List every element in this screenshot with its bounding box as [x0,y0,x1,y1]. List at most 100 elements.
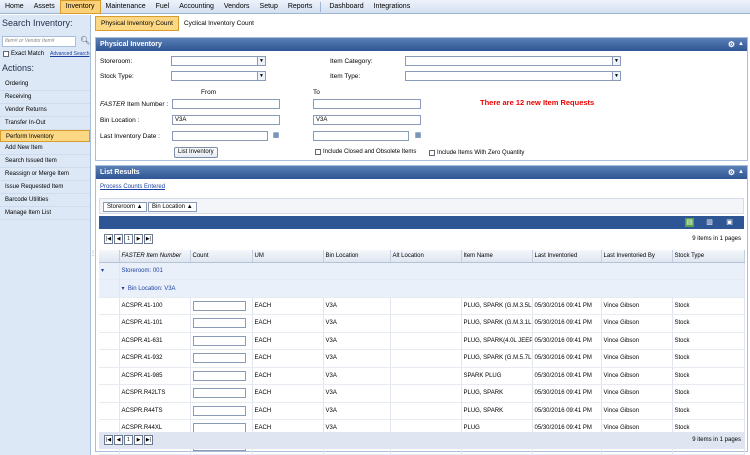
column-header[interactable]: Alt Location [390,250,462,263]
table-row[interactable]: ACSPR.R42LTS EACH V3A PLUG, SPARK 05/30/2016… [99,384,745,403]
item-number-to-input[interactable] [313,99,421,109]
menu-item-accounting[interactable]: Accounting [174,0,219,14]
cell-bin: V3A [323,314,391,333]
action-issue-requested-item[interactable]: Issue Requested Item [0,181,90,195]
menu-item-maintenance[interactable]: Maintenance [101,0,151,14]
first-page-button[interactable]: |◀ [104,234,113,244]
count-input[interactable] [192,335,246,346]
action-manage-item-list[interactable]: Manage Item List [0,207,90,220]
last-inventory-date-from-input[interactable] [172,131,268,141]
item-number-from-input[interactable] [172,99,280,109]
table-row[interactable]: ACSPR.41-932 EACH V3A PLUG, SPARK (G.M.5.7L… [99,349,745,368]
advanced-search-link[interactable]: Advanced Search [50,51,89,57]
search-input[interactable]: Item# or Vendor Item# [2,36,76,47]
menu-item-vendors[interactable]: Vendors [219,0,255,14]
group-chip-storeroom[interactable]: Storeroom ▲ [103,202,147,212]
bin-location-from-input[interactable]: V3A [172,115,280,125]
table-row[interactable]: ACSPR.41-985 EACH V3A SPARK PLUG 05/30/2016 … [99,367,745,385]
column-header[interactable]: UM [252,250,324,263]
page-number[interactable]: 1 [124,435,133,445]
group-chip-bin-location[interactable]: Bin Location ▲ [148,202,197,212]
collapse-group-icon[interactable]: ▾ [99,262,120,280]
exact-match-checkbox[interactable]: Exact Match [3,51,44,57]
collapse-icon[interactable]: ▲ [738,166,744,179]
calendar-icon[interactable]: ▦ [272,132,280,140]
print-icon[interactable]: ▣ [725,218,734,227]
calendar-icon[interactable]: ▦ [414,132,422,140]
count-input[interactable] [192,300,246,311]
action-search-issued-item[interactable]: Search Issued Item [0,155,90,169]
menu-item-inventory[interactable]: Inventory [59,0,101,14]
collapse-group-icon[interactable]: ▾ [122,286,125,292]
tab-cyclical-inventory-count[interactable]: Cyclical Inventory Count [179,17,259,30]
column-header[interactable]: Stock Type [672,250,745,263]
item-requests-alert[interactable]: There are 12 new Item Requests [480,98,594,107]
tab-physical-inventory-count[interactable]: Physical Inventory Count [95,16,179,31]
item-category-select[interactable]: ▼ [405,56,621,66]
table-row[interactable]: ACSPR.R44TS EACH V3A PLUG, SPARK 05/30/2016 … [99,402,745,420]
menu-item-dashboard[interactable]: Dashboard [324,0,368,14]
stock-type-select[interactable]: ▼ [171,71,266,81]
first-page-button[interactable]: |◀ [104,435,113,445]
table-row[interactable]: ACSPR.41-631 EACH V3A PLUG, SPARK(4.0L JEEP… [99,332,745,350]
column-header[interactable]: Last Inventoried By [601,250,673,263]
splitter-handle[interactable]: ⋮ [90,250,96,264]
column-header[interactable]: Item Name [461,250,533,263]
column-header[interactable]: Last Inventoried [532,250,602,263]
table-row[interactable]: ACSPR.41-100 EACH V3A PLUG, SPARK (G.M.3.5L… [99,297,745,315]
next-page-button[interactable]: ▶ [134,435,143,445]
action-perform-inventory[interactable]: Perform Inventory [0,129,90,143]
item-type-select[interactable]: ▼ [405,71,621,81]
action-vendor-returns[interactable]: Vendor Returns [0,104,90,117]
column-header[interactable]: Bin Location [323,250,391,263]
last-page-button[interactable]: ▶| [144,234,153,244]
menu-item-integrations[interactable]: Integrations [369,0,416,14]
include-zero-quantity-checkbox[interactable]: Include Items With Zero Quantity [429,150,524,156]
gear-icon[interactable]: ⚙ [728,38,735,51]
action-receiving[interactable]: Receiving [0,91,90,104]
count-input[interactable] [192,353,246,364]
gear-icon[interactable]: ⚙ [728,166,735,179]
actions-title: Actions: [2,63,35,73]
count-input[interactable] [192,405,246,416]
page-number[interactable]: 1 [124,234,133,244]
count-input[interactable] [192,370,246,381]
prev-page-button[interactable]: ◀ [114,234,123,244]
item-number-label: FASTER Item Number : [100,101,169,108]
process-counts-link[interactable]: Process Counts Entered [100,184,165,190]
action-ordering[interactable]: Ordering [0,78,90,91]
menu-item-home[interactable]: Home [0,0,29,14]
column-header[interactable]: FASTER Item Number [119,250,191,263]
menu-item-assets[interactable]: Assets [29,0,60,14]
action-transfer-in-out[interactable]: Transfer In-Out [0,117,90,130]
group-row-storeroom[interactable]: ▾ Storeroom: 001 [99,262,745,280]
prev-page-button[interactable]: ◀ [114,435,123,445]
cell-name: PLUG, SPARK [461,402,533,420]
cell-num: ACSPR.41-932 [119,349,191,368]
next-page-button[interactable]: ▶ [134,234,143,244]
export-excel-icon[interactable]: ▤ [685,218,694,227]
storeroom-select[interactable]: ▼ [171,56,266,66]
count-cell [190,314,253,333]
menu-item-fuel[interactable]: Fuel [151,0,175,14]
list-inventory-button[interactable]: List Inventory [174,147,218,158]
column-header[interactable]: Count [190,250,253,263]
last-page-button[interactable]: ▶| [144,435,153,445]
menu-item-setup[interactable]: Setup [255,0,283,14]
cell-name: PLUG, SPARK (G.M.5.7L [461,349,533,368]
collapse-icon[interactable]: ▲ [738,38,744,51]
action-add-new-item[interactable]: Add New Item [0,142,90,156]
bin-location-to-input[interactable]: V3A [313,115,421,125]
action-barcode-utilities[interactable]: Barcode Utilities [0,194,90,207]
table-row[interactable]: ACSPR.41-101 EACH V3A PLUG, SPARK (G.M.3.1L… [99,314,745,333]
menu-item-reports[interactable]: Reports [283,0,318,14]
count-input[interactable] [192,318,246,329]
cell-alt [390,314,462,333]
count-input[interactable] [192,388,246,399]
last-inventory-date-to-input[interactable] [313,131,409,141]
export-pdf-icon[interactable]: ▥ [705,218,714,227]
include-closed-checkbox[interactable]: Include Closed and Obsolete Items [315,149,416,155]
group-row-bin-location[interactable]: ▾ Bin Location: V3A [99,279,745,298]
search-icon[interactable]: 🔍︎ [80,36,90,46]
action-reassign-or-merge-item[interactable]: Reassign or Merge Item [0,168,90,182]
